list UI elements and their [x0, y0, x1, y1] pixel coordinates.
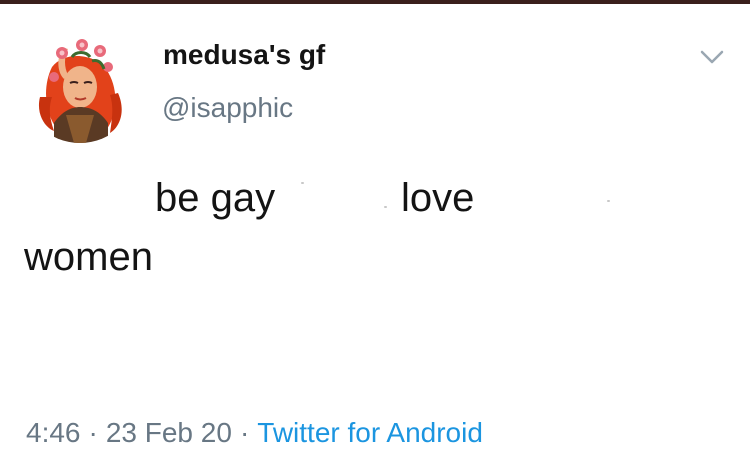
tweet-metadata: 4:46 · 23 Feb 20 · Twitter for Android — [26, 417, 483, 449]
tweet-source-link[interactable]: Twitter for Android — [257, 417, 483, 448]
tweet-card: medusa's gf @isapphic be gay love women … — [0, 0, 750, 463]
separator-dot: · — [239, 417, 250, 448]
artifact-mark — [301, 182, 304, 184]
tweet-text-segment: women — [24, 235, 153, 279]
tweet-text: be gay love women — [0, 0, 750, 300]
tweet-text-segment: be gay — [155, 176, 276, 220]
artifact-mark — [384, 206, 387, 208]
separator-dot: · — [88, 417, 98, 448]
tweet-time[interactable]: 4:46 — [26, 417, 81, 448]
tweet-date[interactable]: 23 Feb 20 — [106, 417, 232, 448]
artifact-mark — [607, 200, 610, 202]
tweet-text-segment: love — [401, 176, 475, 220]
